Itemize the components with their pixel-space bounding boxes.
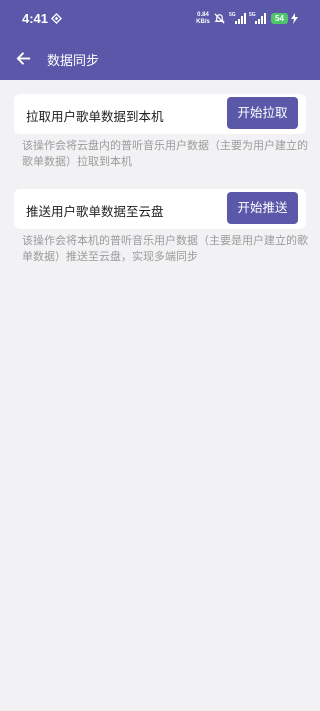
push-sync-card: 推送用户歌单数据至云盘 开始推送 <box>14 189 306 229</box>
app-bar: 4:41 0.84 KB/s 5G 5G 54 数据同步 <box>0 0 320 80</box>
pull-sync-card: 拉取用户歌单数据到本机 开始拉取 <box>14 94 306 134</box>
pull-sync-description: 该操作会将云盘内的普听音乐用户数据（主要为用户建立的歌单数据）拉取到本机 <box>22 139 308 168</box>
charging-bolt-icon <box>291 13 298 24</box>
start-push-button[interactable]: 开始推送 <box>227 192 298 224</box>
network-speed-value: 0.84 <box>197 12 209 18</box>
status-time: 4:41 <box>22 11 49 26</box>
signal-bars-icon <box>235 13 246 24</box>
push-sync-description: 该操作会将本机的普听音乐用户数据（主要是用户建立的歌单数据）推送至云盘，实现多端… <box>22 234 308 263</box>
status-bar: 4:41 0.84 KB/s 5G 5G 54 <box>0 0 320 38</box>
network-speed-unit: KB/s <box>196 19 210 25</box>
network-speed: 0.84 KB/s <box>195 12 211 26</box>
signal-bars-icon <box>255 13 266 24</box>
battery-level: 54 <box>271 13 288 24</box>
bell-mute-icon <box>214 13 225 24</box>
pull-sync-label: 拉取用户歌单数据到本机 <box>26 109 164 124</box>
push-sync-label: 推送用户歌单数据至云盘 <box>26 204 164 219</box>
start-pull-button[interactable]: 开始拉取 <box>227 97 298 129</box>
page-title: 数据同步 <box>47 54 100 69</box>
back-arrow-icon[interactable] <box>15 50 32 67</box>
signal-sim2: 5G <box>249 12 268 24</box>
signal-sim1: 5G <box>229 12 248 24</box>
location-diamond-icon <box>51 13 62 24</box>
